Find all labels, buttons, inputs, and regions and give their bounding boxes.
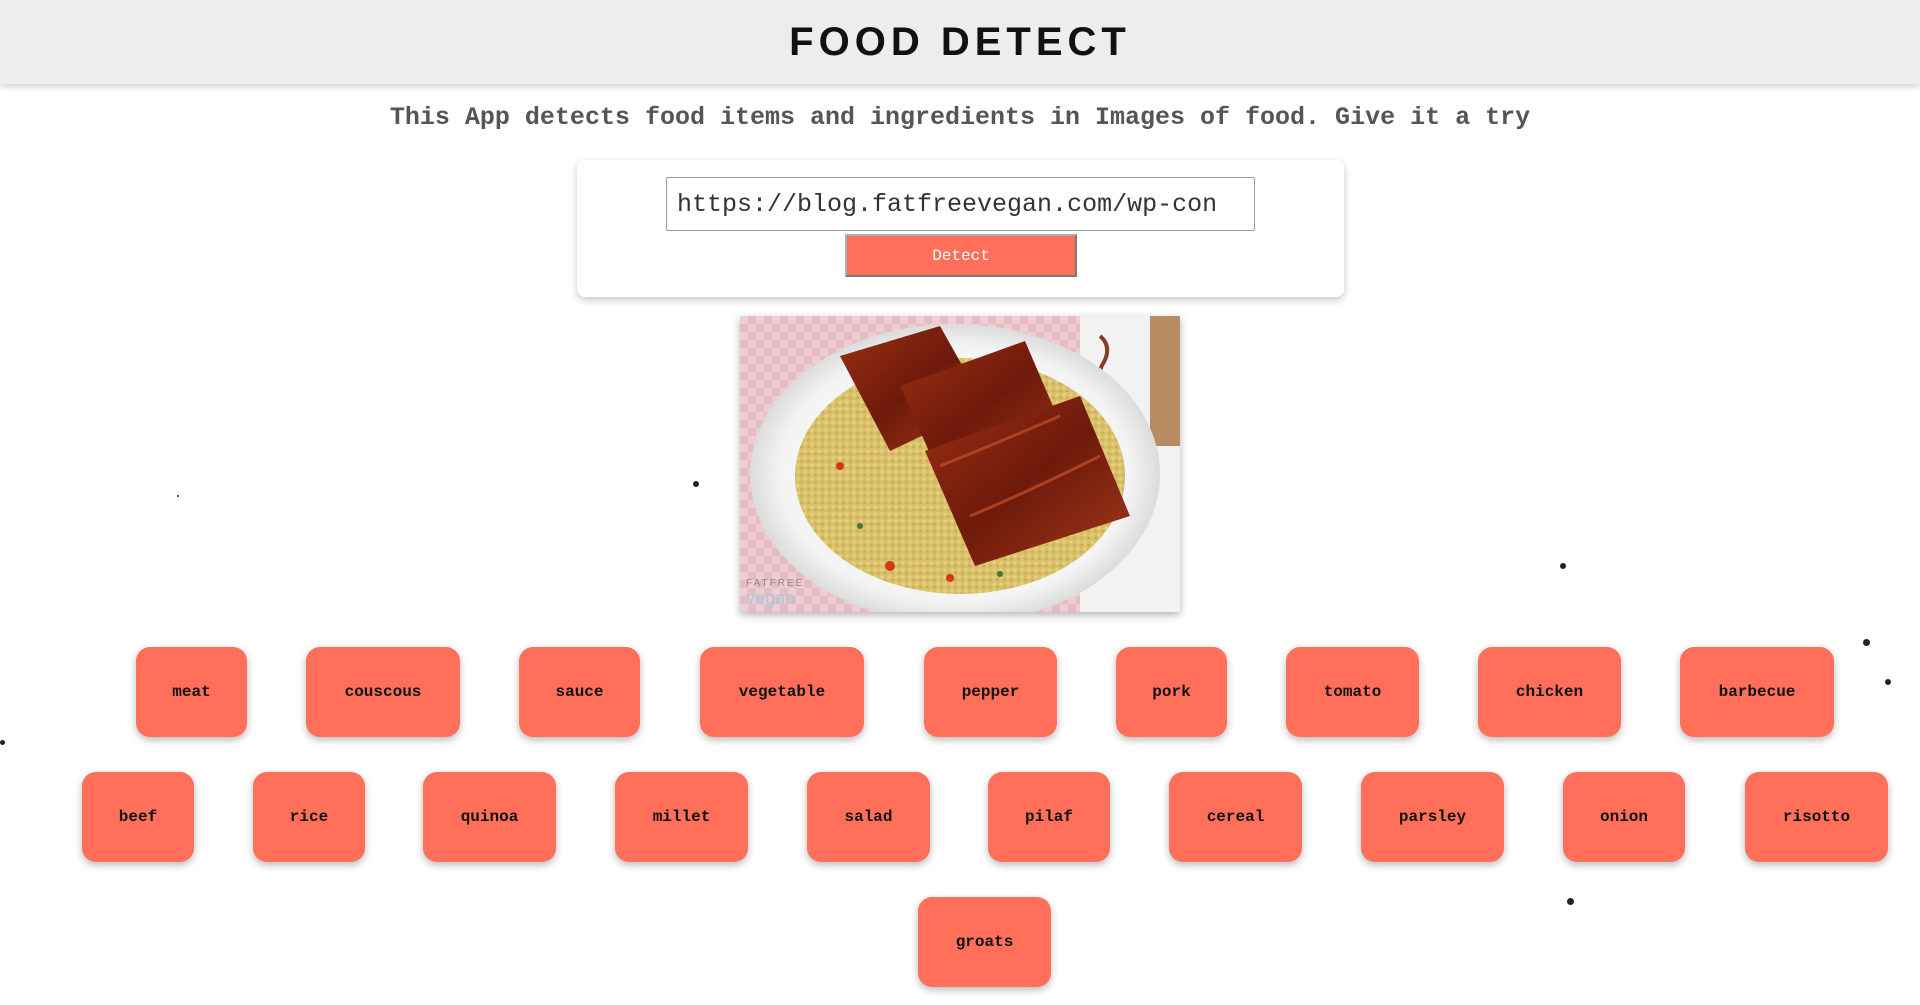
decorative-dot bbox=[1863, 639, 1870, 646]
decorative-dot bbox=[693, 481, 699, 487]
tag-salad[interactable]: salad bbox=[807, 772, 930, 862]
tag-onion[interactable]: onion bbox=[1563, 772, 1685, 862]
decorative-dot bbox=[1885, 679, 1891, 685]
tag-risotto[interactable]: risotto bbox=[1745, 772, 1888, 862]
detect-button[interactable]: Detect bbox=[845, 234, 1077, 277]
tag-rice[interactable]: rice bbox=[253, 772, 365, 862]
url-form-card: Detect bbox=[577, 160, 1344, 297]
food-image-drawing: FATFREE vegan bbox=[740, 316, 1180, 612]
app-description: This App detects food items and ingredie… bbox=[389, 103, 1531, 132]
tag-pork[interactable]: pork bbox=[1116, 647, 1227, 737]
decorative-dot bbox=[1567, 898, 1574, 905]
tag-quinoa[interactable]: quinoa bbox=[423, 772, 556, 862]
app-header: FOOD DETECT bbox=[0, 0, 1920, 84]
image-url-input[interactable] bbox=[666, 177, 1255, 231]
tag-groats[interactable]: groats bbox=[918, 897, 1051, 987]
tag-tomato[interactable]: tomato bbox=[1286, 647, 1419, 737]
tag-parsley[interactable]: parsley bbox=[1361, 772, 1504, 862]
tag-chicken[interactable]: chicken bbox=[1478, 647, 1621, 737]
food-image: FATFREE vegan bbox=[740, 316, 1180, 612]
decorative-dot bbox=[1560, 563, 1566, 569]
decorative-dot bbox=[177, 495, 179, 497]
decorative-dot bbox=[0, 740, 5, 745]
tag-sauce[interactable]: sauce bbox=[519, 647, 640, 737]
tag-couscous[interactable]: couscous bbox=[306, 647, 460, 737]
watermark-bottom: vegan bbox=[746, 588, 795, 608]
page: FOOD DETECT This App detects food items … bbox=[0, 0, 1920, 1005]
tag-cereal[interactable]: cereal bbox=[1169, 772, 1302, 862]
tag-beef[interactable]: beef bbox=[82, 772, 194, 862]
tag-pilaf[interactable]: pilaf bbox=[988, 772, 1110, 862]
tag-pepper[interactable]: pepper bbox=[924, 647, 1057, 737]
tag-barbecue[interactable]: barbecue bbox=[1680, 647, 1834, 737]
tag-vegetable[interactable]: vegetable bbox=[700, 647, 864, 737]
tag-meat[interactable]: meat bbox=[136, 647, 247, 737]
tag-millet[interactable]: millet bbox=[615, 772, 748, 862]
page-title: FOOD DETECT bbox=[789, 19, 1131, 64]
